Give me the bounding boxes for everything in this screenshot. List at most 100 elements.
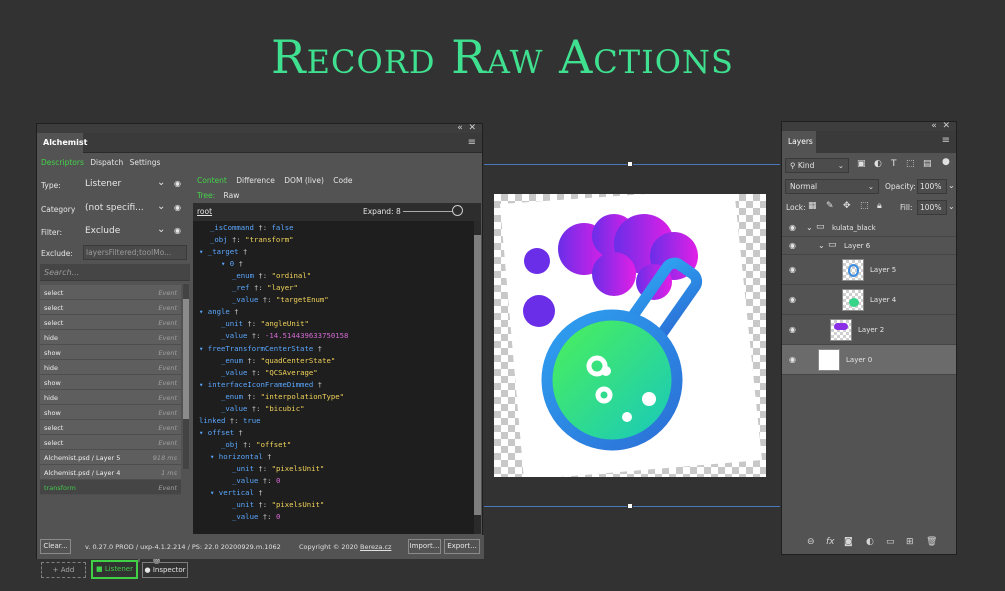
lock-transparency-icon[interactable]: ▦ — [808, 201, 817, 211]
pin-icon[interactable]: † — [258, 295, 267, 304]
layer-group-row[interactable]: ◉ ⌄ ▭ kulata_black — [782, 219, 956, 237]
eye-icon[interactable]: ◉ — [789, 355, 796, 364]
pin-icon[interactable]: † — [243, 356, 251, 365]
lock-artboard-icon[interactable]: ⬚ — [860, 201, 869, 211]
root-breadcrumb[interactable]: root — [197, 207, 212, 216]
lock-all-icon[interactable]: 🔒︎ — [877, 201, 882, 211]
eye-icon[interactable]: ◉ — [174, 179, 181, 188]
tree-node[interactable]: ▾ freeTransformCenterState † — [199, 344, 322, 353]
fill-field[interactable]: 100% — [917, 200, 947, 215]
new-group-icon[interactable]: ▭ — [886, 537, 895, 547]
tab-layers[interactable]: Layers — [782, 131, 816, 153]
collapse-close-icon[interactable]: « ✕ — [931, 121, 950, 131]
pin-icon[interactable]: † — [254, 488, 262, 497]
layer-row[interactable]: ◉ Layer 2 — [782, 315, 956, 345]
chevron-down-icon[interactable]: ⌄ — [948, 181, 955, 190]
pin-icon[interactable]: † — [254, 223, 262, 232]
event-row[interactable]: show Event — [40, 375, 181, 390]
type-filter[interactable]: Type: Listener ⌄ ◉ — [37, 174, 192, 196]
tree-node[interactable]: ▾ interfaceIconFrameDimmed † — [199, 380, 322, 389]
expand-arrow-icon[interactable]: ▾ — [199, 247, 208, 256]
tree-node[interactable]: ▾ vertical † — [210, 488, 263, 497]
pin-icon[interactable]: † — [243, 319, 251, 328]
link-layers-icon[interactable]: ⊖ — [807, 537, 815, 547]
pin-icon[interactable]: † — [239, 247, 247, 256]
blend-mode-select[interactable]: Normal ⌄ — [785, 179, 879, 194]
eye-icon[interactable]: ◉ — [174, 226, 181, 235]
event-row[interactable]: hide Event — [40, 390, 181, 405]
expand-arrow-icon[interactable]: ▾ — [199, 307, 208, 316]
layer-row[interactable]: ◉ Layer 4 — [782, 285, 956, 315]
pin-icon[interactable]: † — [254, 464, 262, 473]
chevron-down-icon[interactable]: ⌄ — [818, 241, 825, 250]
pin-icon[interactable]: † — [258, 512, 267, 521]
smart-object-filter-icon[interactable]: ▤ — [923, 159, 932, 169]
tree-toggle[interactable]: Tree: — [197, 191, 215, 200]
tab-difference[interactable]: Difference — [236, 176, 275, 185]
chevron-down-icon[interactable]: ⌄ — [157, 201, 165, 212]
pin-icon[interactable]: † — [234, 428, 243, 437]
company-link[interactable]: Bereza.cz — [360, 543, 391, 551]
tree-node[interactable]: ▾ offset † — [199, 428, 243, 437]
raw-toggle[interactable]: Raw — [224, 191, 240, 200]
tab-content[interactable]: Content — [197, 176, 227, 185]
listener-button[interactable]: ■ Listener — [91, 560, 138, 579]
layer-row[interactable]: ◉ Layer 5 — [782, 255, 956, 285]
eye-icon[interactable]: ◉ — [789, 241, 796, 250]
collapse-close-icon[interactable]: « ✕ — [457, 123, 476, 133]
event-row[interactable]: select Event — [40, 315, 181, 330]
type-filter-icon[interactable]: T — [891, 159, 897, 169]
panel-menu-icon[interactable]: ≡ — [942, 135, 950, 146]
import-button[interactable]: Import... — [408, 539, 441, 554]
nav-dispatch[interactable]: Dispatch — [90, 158, 123, 167]
category-value[interactable]: (not specifi... — [85, 203, 144, 213]
chevron-down-icon[interactable]: ⌄ — [157, 224, 165, 235]
tree-node[interactable]: ▾ horizontal † — [210, 452, 272, 461]
search-input[interactable]: Search... — [40, 264, 190, 281]
kind-select[interactable]: ⚲ Kind ⌄ — [785, 158, 849, 173]
event-row[interactable]: transform Event — [40, 480, 181, 495]
eye-icon[interactable]: ◉ — [174, 203, 181, 212]
event-row[interactable]: select Event — [40, 420, 181, 435]
nav-descriptors[interactable]: Descriptors — [41, 158, 84, 167]
event-row[interactable]: select Event — [40, 285, 181, 300]
expand-arrow-icon[interactable]: ▾ — [210, 488, 219, 497]
tab-code[interactable]: Code — [333, 176, 352, 185]
clear-button[interactable]: Clear... — [40, 539, 71, 554]
pin-icon[interactable]: † — [313, 344, 322, 353]
nav-settings[interactable]: Settings — [130, 158, 161, 167]
event-row[interactable]: hide Event — [40, 360, 181, 375]
pin-icon[interactable]: † — [247, 331, 256, 340]
filter-mode[interactable]: Filter: Exclude ⌄ ◉ — [37, 221, 192, 243]
event-row[interactable]: select Event — [40, 435, 181, 450]
eye-icon[interactable]: ◉ — [789, 325, 796, 334]
panel-menu-icon[interactable]: ≡ — [468, 137, 476, 148]
eye-icon[interactable]: ◉ — [789, 223, 796, 232]
lock-pixels-icon[interactable]: ✎ — [826, 201, 834, 211]
exclude-field[interactable]: layersFiltered;toolMo... — [83, 245, 187, 260]
expand-arrow-icon[interactable]: ▾ — [199, 344, 208, 353]
chevron-down-icon[interactable]: ⌄ — [157, 177, 165, 188]
transform-handle-top[interactable] — [627, 161, 633, 167]
mask-icon[interactable]: ◙ — [844, 537, 853, 547]
event-row[interactable]: hide Event — [40, 330, 181, 345]
document-canvas[interactable] — [494, 194, 766, 477]
pin-icon[interactable]: † — [313, 380, 322, 389]
eye-icon[interactable]: ◉ — [789, 295, 796, 304]
pin-icon[interactable]: † — [247, 404, 256, 413]
event-row[interactable]: Alchemist.psd / Layer 4 1 ms — [40, 465, 181, 480]
lock-position-icon[interactable]: ✥ — [843, 201, 851, 211]
pin-icon[interactable]: † — [243, 392, 251, 401]
layer-group-row[interactable]: ◉ ⌄ ▭ Layer 6 — [782, 237, 956, 255]
event-row[interactable]: show Event — [40, 405, 181, 420]
chevron-down-icon[interactable]: ⌄ — [806, 223, 813, 232]
chevron-down-icon[interactable]: ⌄ — [948, 202, 955, 211]
tree-node[interactable]: ▾ angle † — [199, 307, 239, 316]
expand-arrow-icon[interactable]: ▾ — [210, 452, 219, 461]
layer-row[interactable]: ◉ Layer 0 — [782, 345, 956, 375]
adjustment-layer-icon[interactable]: ◐ — [866, 537, 874, 547]
tab-alchemist[interactable]: Alchemist — [37, 133, 87, 153]
event-list-scrollbar[interactable] — [183, 284, 189, 469]
new-layer-icon[interactable]: ⊞ — [906, 537, 914, 547]
tree-node[interactable]: ▾ _target † — [199, 247, 247, 256]
